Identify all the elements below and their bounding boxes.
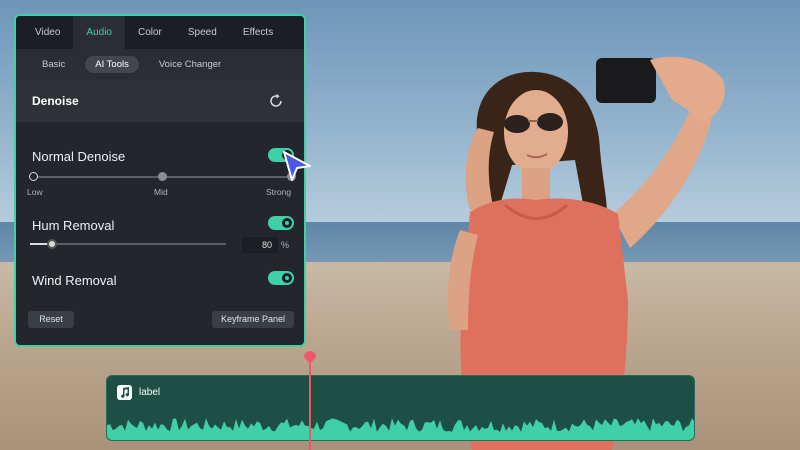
wind-removal-toggle[interactable]	[268, 271, 294, 285]
tab-audio[interactable]: Audio	[73, 16, 125, 49]
tab-video[interactable]: Video	[22, 16, 73, 49]
level-low-label: Low	[27, 187, 43, 197]
toggle-knob	[282, 218, 292, 228]
hum-removal-slider-thumb[interactable]	[47, 239, 57, 249]
waveform-shape	[107, 418, 694, 440]
denoise-level-low-dot[interactable]	[29, 172, 38, 181]
denoise-level-mid-dot[interactable]	[158, 172, 167, 181]
clip-header: label	[117, 385, 160, 400]
level-mid-label: Mid	[154, 187, 168, 197]
clip-label: label	[139, 387, 161, 398]
playhead-handle[interactable]	[302, 349, 318, 365]
tab-effects[interactable]: Effects	[230, 16, 286, 49]
level-strong-label: Strong	[266, 187, 292, 197]
audio-waveform	[107, 418, 694, 440]
playhead-line[interactable]	[309, 360, 311, 450]
mouse-pointer-icon	[283, 151, 311, 181]
tab-color[interactable]: Color	[125, 16, 175, 49]
subtab-voice-changer[interactable]: Voice Changer	[149, 56, 231, 73]
subtab-ai-tools[interactable]: AI Tools	[85, 56, 139, 73]
tab-bar: Video Audio Color Speed Effects	[16, 16, 304, 49]
section-title: Denoise	[32, 94, 79, 108]
subtab-basic[interactable]: Basic	[32, 56, 75, 73]
subtab-bar: Basic AI Tools Voice Changer	[16, 49, 304, 80]
hum-removal-value-input[interactable]: 80	[242, 237, 278, 253]
audio-panel: Video Audio Color Speed Effects Basic AI…	[14, 14, 306, 347]
reset-section-icon[interactable]	[268, 93, 284, 109]
audio-clip[interactable]: label	[106, 375, 695, 441]
denoise-header: Denoise	[16, 80, 304, 122]
keyframe-panel-button[interactable]: Keyframe Panel	[212, 311, 294, 328]
tab-speed[interactable]: Speed	[175, 16, 230, 49]
hum-removal-label: Hum Removal	[32, 218, 115, 233]
music-note-icon	[117, 385, 132, 400]
hum-removal-slider-track[interactable]	[30, 243, 226, 245]
toggle-knob	[282, 273, 292, 283]
normal-denoise-label: Normal Denoise	[32, 149, 126, 164]
hum-removal-toggle[interactable]	[268, 216, 294, 230]
wind-removal-label: Wind Removal	[32, 273, 117, 288]
reset-button[interactable]: Reset	[28, 311, 74, 328]
hum-removal-unit: %	[281, 240, 290, 250]
